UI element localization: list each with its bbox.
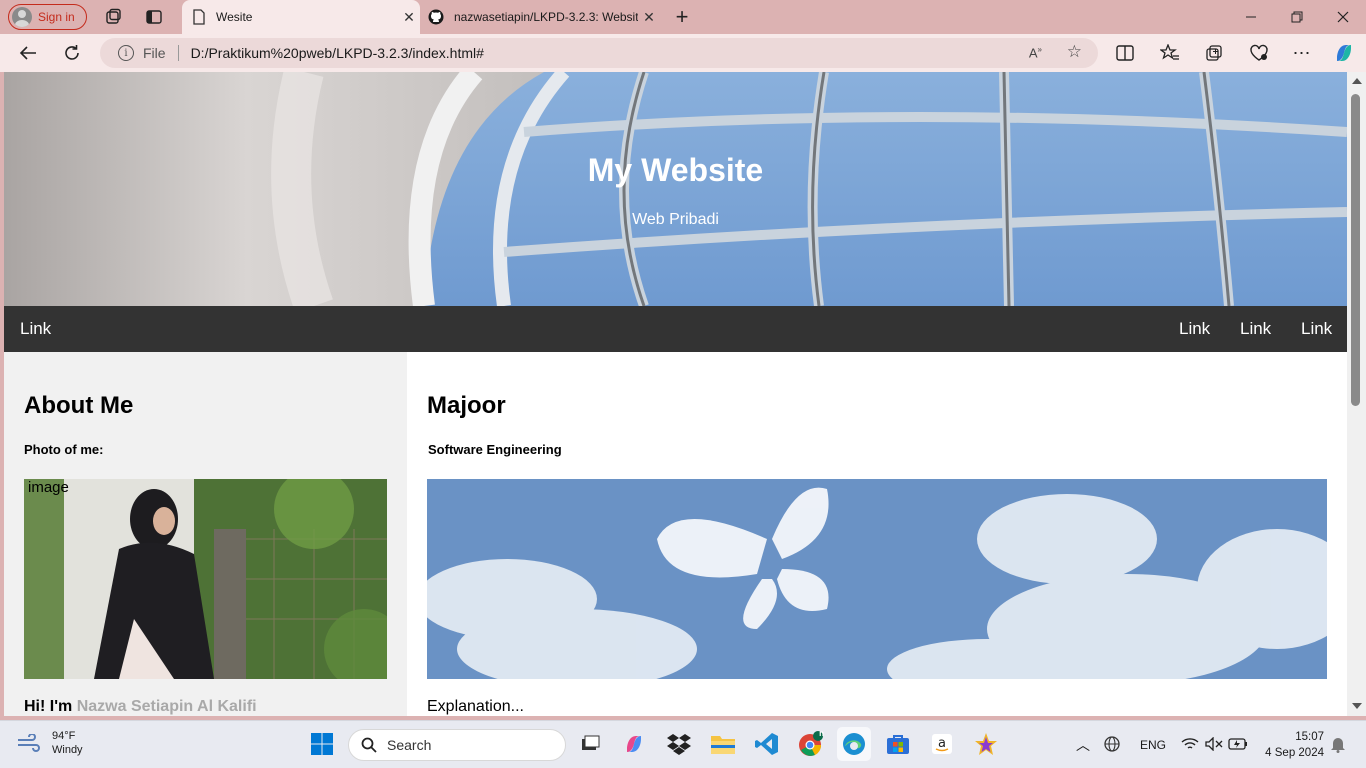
edge-icon[interactable]	[837, 727, 871, 761]
github-icon	[428, 9, 444, 25]
major-explanation: Explanation...	[427, 698, 524, 715]
read-aloud-icon[interactable]: A»	[1029, 45, 1042, 60]
tab-github[interactable]: nazwasetiapin/LKPD-3.2.3: Websit ✕	[420, 0, 660, 34]
butterfly-sky-image	[427, 479, 1327, 679]
favorite-star-icon[interactable]: ☆	[1067, 42, 1082, 62]
vscode-icon[interactable]	[750, 727, 784, 761]
dropbox-icon[interactable]	[662, 727, 696, 761]
nav-link-right-2[interactable]: Link	[1240, 306, 1271, 352]
page-viewport: My Website Web Pribadi Link Link Link Li…	[4, 72, 1347, 716]
scroll-thumb[interactable]	[1351, 94, 1360, 406]
weather-description: Windy	[52, 744, 83, 756]
tab-website[interactable]: Wesite ✕	[182, 0, 420, 34]
task-view-icon[interactable]	[572, 727, 606, 761]
windows-taskbar: 94°F Windy Search n a ︿ ENG 15:07 4 Sep …	[0, 720, 1366, 768]
refresh-icon[interactable]	[58, 39, 86, 67]
tab-actions-icon[interactable]	[140, 3, 168, 31]
tab-title: Wesite	[216, 10, 253, 24]
workspaces-icon[interactable]	[99, 3, 127, 31]
minimize-icon[interactable]	[1228, 0, 1274, 34]
major-banner-image	[427, 479, 1327, 679]
site-title: My Website	[587, 152, 764, 188]
document-icon	[193, 9, 205, 25]
major-heading: Majoor	[427, 392, 506, 419]
photo-label: Photo of me:	[24, 442, 104, 457]
address-toolbar: i File D:/Praktikum%20pweb/LKPD-3.2.3/in…	[0, 34, 1366, 72]
back-icon[interactable]	[14, 39, 42, 67]
network-globe-icon[interactable]	[1098, 727, 1126, 761]
split-screen-icon[interactable]	[1111, 39, 1139, 67]
battery-icon[interactable]	[1226, 727, 1250, 761]
profile-avatar-icon	[12, 7, 32, 27]
microsoft-store-icon[interactable]	[881, 727, 915, 761]
start-windows-icon[interactable]	[305, 727, 339, 761]
weather-temperature: 94°F	[52, 730, 76, 742]
intro-text: Hi! I'm Nazwa Setiapin Al Kalifi	[24, 698, 257, 716]
about-me-heading: About Me	[24, 392, 134, 419]
collections-icon[interactable]	[1200, 39, 1228, 67]
browser-essentials-icon[interactable]	[1245, 39, 1273, 67]
header-background-image	[4, 72, 1347, 306]
app-star-icon[interactable]	[969, 727, 1003, 761]
major-column: Majoor Software Engineering Explanation.…	[407, 352, 1347, 716]
restore-icon[interactable]	[1274, 0, 1320, 34]
notifications-bell-icon[interactable]	[1326, 727, 1350, 761]
weather-widget[interactable]: 94°F Windy	[16, 729, 83, 757]
profile-photo: image	[24, 479, 387, 679]
copilot-taskbar-icon[interactable]	[617, 727, 651, 761]
url-text[interactable]: D:/Praktikum%20pweb/LKPD-3.2.3/index.htm…	[191, 45, 484, 61]
new-tab-button[interactable]: +	[668, 3, 696, 31]
intro-name: Nazwa Setiapin Al Kalifi	[76, 698, 257, 715]
amazon-icon[interactable]: a	[925, 727, 959, 761]
nav-link-right-3[interactable]: Link	[1301, 306, 1332, 352]
file-explorer-icon[interactable]	[706, 727, 740, 761]
scroll-down-arrow-icon[interactable]	[1352, 703, 1362, 709]
address-bar[interactable]: i File D:/Praktikum%20pweb/LKPD-3.2.3/in…	[100, 38, 1098, 68]
close-window-icon[interactable]	[1320, 0, 1366, 34]
volume-muted-icon[interactable]	[1202, 727, 1226, 761]
chrome-icon[interactable]: n	[794, 727, 828, 761]
system-clock[interactable]: 15:07 4 Sep 2024	[1265, 729, 1324, 761]
search-placeholder: Search	[387, 737, 432, 753]
intro-prefix: Hi! I'm	[24, 698, 73, 715]
image-alt-text: image	[28, 479, 69, 496]
copilot-icon[interactable]	[1330, 39, 1358, 67]
language-indicator[interactable]: ENG	[1140, 738, 1166, 752]
about-me-column: About Me Photo of me: image Hi! I'm Nazw…	[4, 352, 407, 716]
wind-weather-icon	[18, 734, 40, 752]
site-header: My Website Web Pribadi	[4, 72, 1347, 306]
scroll-up-arrow-icon[interactable]	[1352, 78, 1362, 84]
show-hidden-icons-chevron-icon[interactable]: ︿	[1076, 735, 1090, 755]
site-subtitle: Web Pribadi	[632, 211, 719, 228]
chrome-profile-badge: n	[819, 729, 824, 738]
sign-in-label: Sign in	[38, 10, 75, 24]
page-scrollbar[interactable]	[1347, 72, 1366, 716]
taskbar-search[interactable]: Search	[348, 729, 566, 761]
profile-photo-image	[24, 479, 387, 679]
url-separator	[177, 45, 179, 61]
url-scheme-label: File	[143, 45, 166, 61]
tab-bar: Sign in Wesite ✕ nazwasetiapin/LKPD-3.2.…	[0, 0, 1366, 34]
settings-more-icon[interactable]: ⋯	[1288, 39, 1316, 67]
profile-sign-in-button[interactable]: Sign in	[8, 4, 87, 30]
svg-text:a: a	[938, 736, 946, 751]
close-tab-icon[interactable]: ✕	[398, 9, 420, 26]
close-tab-icon[interactable]: ✕	[638, 9, 660, 26]
tab-title: nazwasetiapin/LKPD-3.2.3: Websit	[454, 10, 638, 24]
nav-link-left[interactable]: Link	[20, 306, 51, 352]
favorites-icon[interactable]	[1156, 39, 1184, 67]
site-info-icon[interactable]: i	[118, 45, 134, 61]
search-icon	[361, 737, 377, 753]
major-subheading: Software Engineering	[428, 442, 562, 457]
top-navigation: Link Link Link Link	[4, 306, 1347, 352]
wifi-icon[interactable]	[1178, 727, 1202, 761]
clock-date: 4 Sep 2024	[1265, 747, 1324, 759]
nav-link-right-1[interactable]: Link	[1179, 306, 1210, 352]
clock-time: 15:07	[1295, 731, 1324, 743]
